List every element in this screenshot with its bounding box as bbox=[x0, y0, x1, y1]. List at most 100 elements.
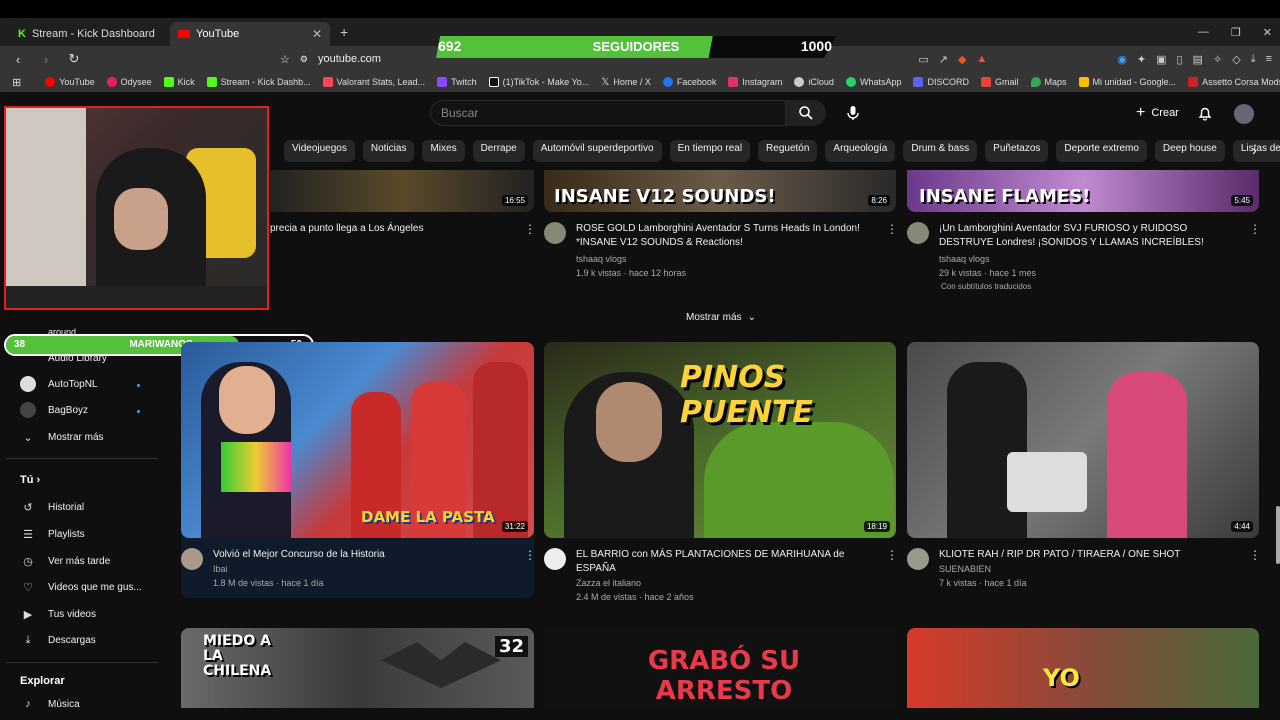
chip[interactable]: Deporte extremo bbox=[1056, 140, 1147, 162]
more-options-icon[interactable]: ⋮ bbox=[524, 548, 536, 562]
video-title[interactable]: precia a punto llega a Los Ángeles bbox=[270, 222, 506, 236]
chip[interactable]: Derrape bbox=[472, 140, 525, 162]
wallet-icon[interactable]: ▤ bbox=[1193, 53, 1203, 66]
create-button[interactable]: + Crear bbox=[1126, 101, 1189, 125]
bookmark-x[interactable]: 𝕏 Home / X bbox=[601, 77, 651, 88]
vpn-icon[interactable]: ◇ bbox=[1232, 53, 1240, 66]
chip[interactable]: Puñetazos bbox=[985, 140, 1049, 162]
share-icon[interactable]: ↗ bbox=[939, 53, 948, 66]
voice-search-button[interactable] bbox=[840, 100, 866, 126]
back-icon[interactable]: ‹ bbox=[8, 52, 28, 67]
video-title[interactable]: ROSE GOLD Lamborghini Aventador S Turns … bbox=[576, 222, 876, 250]
close-window-icon[interactable]: ✕ bbox=[1263, 26, 1272, 39]
close-tab-icon[interactable]: ✕ bbox=[312, 27, 322, 41]
site-info-icon[interactable]: ⚙ bbox=[300, 54, 308, 65]
video-card[interactable]: MIEDO A LA CHILENA 32 bbox=[181, 628, 534, 708]
bookmark-facebook[interactable]: Facebook bbox=[662, 77, 716, 87]
bookmark-gmail[interactable]: Gmail bbox=[980, 77, 1019, 87]
more-options-icon[interactable]: ⋮ bbox=[524, 222, 536, 236]
chip[interactable]: Reguetón bbox=[758, 140, 818, 162]
video-title[interactable]: ¡Un Lamborghini Aventador SVJ FURIOSO y … bbox=[939, 222, 1239, 250]
avatar[interactable] bbox=[1234, 104, 1254, 124]
sidebar-item-downloads[interactable]: ⤓ Descargas bbox=[20, 632, 160, 648]
tab-kick-dashboard[interactable]: K Stream - Kick Dashboard bbox=[10, 22, 170, 46]
channel-avatar[interactable] bbox=[907, 548, 929, 570]
bookmark-maps[interactable]: Maps bbox=[1030, 77, 1067, 87]
video-card[interactable]: 4:44 KLIOTE RAH / RIP DR PATO / TIRAERA … bbox=[907, 342, 1261, 598]
speaker-icon[interactable]: ◉ bbox=[1117, 53, 1127, 66]
you-section-heading[interactable]: Tú › bbox=[20, 474, 40, 486]
channel-avatar[interactable] bbox=[907, 222, 929, 244]
chip[interactable]: Mixes bbox=[422, 140, 465, 162]
search-button[interactable] bbox=[786, 100, 826, 126]
new-tab-button[interactable]: + bbox=[340, 24, 348, 40]
video-card[interactable]: DAME LA PASTA 31:22 Volvió el Mejor Conc… bbox=[181, 342, 536, 598]
sidebar-item-watch-later[interactable]: ◷ Ver más tarde bbox=[20, 553, 160, 569]
sidebar-item-music[interactable]: ♪ Música bbox=[20, 696, 160, 712]
sidebar-show-more[interactable]: ⌄ Mostrar más bbox=[20, 429, 160, 445]
video-thumbnail[interactable]: INSANE FLAMES! 5:45 bbox=[907, 170, 1259, 212]
bookmark-instagram[interactable]: Instagram bbox=[728, 77, 782, 87]
bookmark-twitch[interactable]: Twitch bbox=[437, 77, 477, 87]
leo-icon[interactable]: ✧ bbox=[1213, 53, 1222, 66]
video-thumbnail[interactable]: YO bbox=[907, 628, 1259, 708]
video-thumbnail[interactable]: INSANE V12 SOUNDS! 8:26 bbox=[544, 170, 896, 212]
bookmark-kick[interactable]: Kick bbox=[163, 77, 195, 87]
channel-avatar[interactable] bbox=[544, 222, 566, 244]
video-card[interactable]: INSANE V12 SOUNDS! 8:26 ROSE GOLD Lambor… bbox=[544, 170, 898, 290]
bookmark-google-drive[interactable]: Mi unidad - Google... bbox=[1078, 77, 1176, 87]
bookmark-whatsapp[interactable]: WhatsApp bbox=[845, 77, 901, 87]
channel-name[interactable]: Zazza el italiano bbox=[576, 578, 641, 588]
more-options-icon[interactable]: ⋮ bbox=[1249, 222, 1261, 236]
chip[interactable]: Automóvil superdeportivo bbox=[532, 140, 662, 162]
show-more-button[interactable]: Mostrar más ⌄ bbox=[686, 312, 756, 323]
chip[interactable]: Arqueología bbox=[825, 140, 896, 162]
channel-avatar[interactable] bbox=[181, 548, 203, 570]
sidebar-item-history[interactable]: ↺ Historial bbox=[20, 499, 160, 515]
notifications-button[interactable] bbox=[1196, 104, 1214, 122]
bookmark-valorant[interactable]: Valorant Stats, Lead... bbox=[322, 77, 425, 87]
address-bar[interactable]: ☆ ⚙ youtube.com bbox=[280, 53, 381, 66]
bookmark-odysee[interactable]: Odysee bbox=[106, 77, 152, 87]
bookmark-tiktok[interactable]: (1)TikTok - Make Yo... bbox=[488, 77, 589, 87]
chevron-right-icon[interactable]: › bbox=[1252, 142, 1266, 158]
bookmark-assetto-corsa[interactable]: Assetto Corsa Mods... bbox=[1188, 77, 1280, 87]
page-scrollbar[interactable] bbox=[1276, 506, 1280, 564]
channel-name[interactable]: Ibai bbox=[213, 564, 228, 574]
screenshot-icon[interactable]: ▣ bbox=[1156, 53, 1166, 66]
sidebar-toggle-icon[interactable]: ▯ bbox=[1177, 53, 1183, 66]
minimize-icon[interactable]: — bbox=[1198, 26, 1209, 38]
more-options-icon[interactable]: ⋮ bbox=[886, 222, 898, 236]
sidebar-item-liked-videos[interactable]: ♡ Videos que me gus... bbox=[20, 579, 160, 595]
more-options-icon[interactable]: ⋮ bbox=[886, 548, 898, 562]
bookmark-star-icon[interactable]: ☆ bbox=[280, 53, 290, 66]
channel-avatar[interactable] bbox=[544, 548, 566, 570]
video-title[interactable]: EL BARRIO con MÁS PLANTACIONES DE MARIHU… bbox=[576, 548, 866, 576]
sidebar-item-playlists[interactable]: ☰ Playlists bbox=[20, 526, 160, 542]
channel-name[interactable]: SUENABIEN bbox=[939, 564, 991, 574]
rewards-icon[interactable]: ▲ bbox=[976, 53, 987, 65]
video-card[interactable]: PINOS PUENTE 18:19 EL BARRIO con MÁS PLA… bbox=[544, 342, 898, 604]
channel-name[interactable]: tshaaq vlogs bbox=[939, 254, 990, 264]
video-thumbnail[interactable]: DAME LA PASTA 31:22 bbox=[181, 342, 534, 538]
video-card[interactable]: YO bbox=[907, 628, 1259, 708]
video-title[interactable]: Volvió el Mejor Concurso de la Historia bbox=[213, 548, 513, 562]
video-title[interactable]: KLIOTE RAH / RIP DR PATO / TIRAERA / ONE… bbox=[939, 548, 1239, 562]
bookmark-youtube[interactable]: YouTube bbox=[45, 77, 95, 87]
video-thumbnail[interactable]: PINOS PUENTE 18:19 bbox=[544, 342, 896, 538]
video-thumbnail[interactable]: 16:55 bbox=[270, 170, 534, 212]
bookmark-kick-dashboard[interactable]: Stream - Kick Dashb... bbox=[206, 77, 311, 87]
maximize-icon[interactable]: ❐ bbox=[1231, 26, 1241, 39]
extension-puzzle-icon[interactable]: ✦ bbox=[1137, 53, 1146, 66]
video-card[interactable]: INSANE FLAMES! 5:45 ¡Un Lamborghini Aven… bbox=[907, 170, 1261, 300]
chip[interactable]: Drum & bass bbox=[903, 140, 978, 162]
download-icon[interactable]: ⤓ bbox=[1251, 53, 1256, 66]
bookmark-discord[interactable]: DISCORD bbox=[913, 77, 969, 87]
search-input[interactable]: Buscar bbox=[430, 100, 786, 126]
tab-youtube[interactable]: YouTube ✕ bbox=[170, 22, 330, 46]
cast-icon[interactable]: ▭ bbox=[918, 53, 928, 66]
video-card[interactable]: GRABÓ SU ARRESTO bbox=[544, 628, 896, 708]
video-card[interactable]: 16:55 precia a punto llega a Los Ángeles… bbox=[270, 170, 536, 280]
sidebar-item-your-videos[interactable]: ▶ Tus videos bbox=[20, 606, 160, 622]
reload-icon[interactable]: ↻ bbox=[64, 51, 84, 67]
